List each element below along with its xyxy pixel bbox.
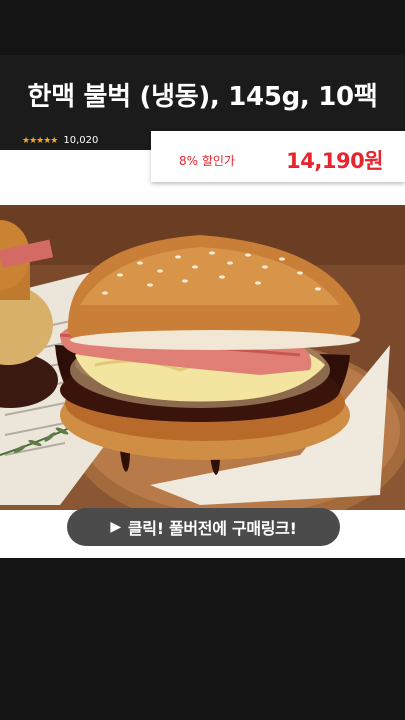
review-count: 10,020 <box>63 135 99 146</box>
play-icon: ▶ <box>110 519 121 535</box>
buy-link-button[interactable]: ▶ 클릭! 풀버전에 구매링크! <box>67 508 340 546</box>
price-box: 8% 할인가 14,190원 <box>151 131 405 182</box>
product-title: 한맥 불벅 (냉동), 145g, 10팩 <box>27 82 378 112</box>
top-background <box>0 0 405 55</box>
star-rating-icon: ★★★★★ <box>22 135 58 146</box>
bottom-background <box>0 558 405 720</box>
buy-link-label: 클릭! 풀버전에 구매링크! <box>127 519 297 538</box>
product-photo <box>0 205 405 510</box>
burger-illustration <box>0 205 405 510</box>
discount-label: 8% 할인가 <box>179 154 235 168</box>
price-value: 14,190원 <box>286 149 383 173</box>
rating-bar: ★★★★★ 10,020 <box>0 131 151 150</box>
